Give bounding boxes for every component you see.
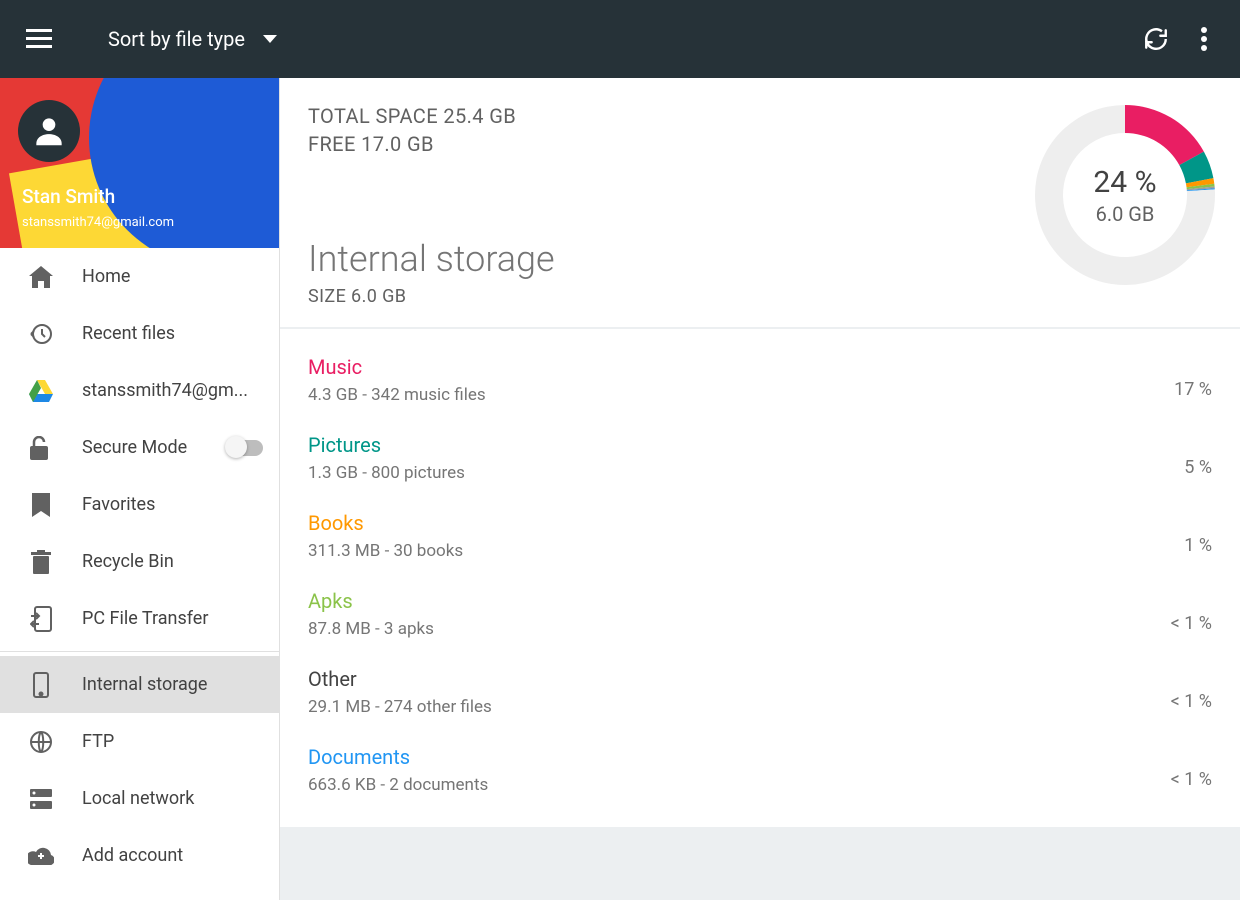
- category-percent: < 1 %: [1171, 613, 1212, 634]
- category-meta: 29.1 MB - 274 other files: [308, 697, 492, 717]
- overflow-menu-button[interactable]: [1180, 15, 1228, 63]
- category-meta: 87.8 MB - 3 apks: [308, 619, 434, 639]
- storage-summary: TOTAL SPACE 25.4 GB FREE 17.0 GB Interna…: [280, 78, 1240, 327]
- bookmark-icon: [28, 493, 54, 517]
- server-icon: [28, 789, 54, 809]
- category-row[interactable]: Documents 663.6 KB - 2 documents < 1 %: [280, 731, 1240, 809]
- main-content: TOTAL SPACE 25.4 GB FREE 17.0 GB Interna…: [280, 78, 1240, 900]
- nav-recycle-label: Recycle Bin: [82, 551, 263, 572]
- sidebar: Stan Smith stanssmith74@gmail.com Home R…: [0, 78, 280, 900]
- cloud-plus-icon: [28, 847, 54, 865]
- nav-secure-label: Secure Mode: [82, 437, 199, 458]
- category-meta: 311.3 MB - 30 books: [308, 541, 463, 561]
- nav-secure-mode[interactable]: Secure Mode: [0, 419, 279, 476]
- nav-pcxfer-label: PC File Transfer: [82, 608, 263, 629]
- google-drive-icon: [28, 380, 54, 402]
- category-meta: 1.3 GB - 800 pictures: [308, 463, 465, 483]
- category-row[interactable]: Books 311.3 MB - 30 books 1 %: [280, 497, 1240, 575]
- hamburger-icon: [26, 29, 52, 49]
- nav-favorites-label: Favorites: [82, 494, 263, 515]
- appbar: Sort by file type: [0, 0, 1240, 78]
- donut-used: 6.0 GB: [1093, 202, 1156, 226]
- nav-add-label: Add account: [82, 845, 263, 866]
- history-icon: [28, 322, 54, 346]
- nav-local-label: Local network: [82, 788, 263, 809]
- nav-recent-label: Recent files: [82, 323, 263, 344]
- nav-internal-label: Internal storage: [82, 674, 263, 695]
- category-title: Documents: [308, 745, 488, 769]
- nav-home[interactable]: Home: [0, 248, 279, 305]
- phone-icon: [28, 672, 54, 698]
- profile-email: stanssmith74@gmail.com: [22, 215, 174, 230]
- category-title: Pictures: [308, 433, 465, 457]
- category-percent: < 1 %: [1171, 769, 1212, 790]
- category-row[interactable]: Other 29.1 MB - 274 other files < 1 %: [280, 653, 1240, 731]
- nav-list-storage: Internal storage FTP Local network Add a…: [0, 656, 279, 884]
- category-list: Music 4.3 GB - 342 music files 17 % Picture…: [280, 329, 1240, 827]
- category-row[interactable]: Apks 87.8 MB - 3 apks < 1 %: [280, 575, 1240, 653]
- refresh-button[interactable]: [1132, 15, 1180, 63]
- refresh-icon: [1143, 26, 1169, 52]
- category-row[interactable]: Pictures 1.3 GB - 800 pictures 5 %: [280, 419, 1240, 497]
- storage-donut-chart: 24 % 6.0 GB: [1030, 100, 1220, 290]
- home-icon: [28, 266, 54, 288]
- category-meta: 663.6 KB - 2 documents: [308, 775, 488, 795]
- category-percent: 1 %: [1184, 535, 1212, 556]
- nav-home-label: Home: [82, 266, 263, 287]
- more-vert-icon: [1201, 27, 1207, 51]
- nav-recent[interactable]: Recent files: [0, 305, 279, 362]
- nav-drive-account[interactable]: stanssmith74@gm...: [0, 362, 279, 419]
- secure-mode-toggle[interactable]: [227, 440, 263, 456]
- nav-ftp[interactable]: FTP: [0, 713, 279, 770]
- profile-name: Stan Smith: [22, 185, 115, 208]
- nav-add-account[interactable]: Add account: [0, 827, 279, 884]
- trash-icon: [28, 550, 54, 574]
- category-percent: 5 %: [1184, 457, 1212, 478]
- nav-recycle-bin[interactable]: Recycle Bin: [0, 533, 279, 590]
- category-percent: < 1 %: [1171, 691, 1212, 712]
- menu-button[interactable]: [12, 12, 66, 66]
- nav-internal-storage[interactable]: Internal storage: [0, 656, 279, 713]
- lock-open-icon: [28, 436, 54, 460]
- sort-dropdown[interactable]: Sort by file type: [108, 27, 277, 51]
- nav-divider: [0, 651, 279, 652]
- nav-list: Home Recent files stanssmith74@gm... Sec…: [0, 248, 279, 647]
- nav-ftp-label: FTP: [82, 731, 263, 752]
- sort-label: Sort by file type: [108, 27, 245, 51]
- donut-percent: 24 %: [1093, 165, 1156, 200]
- nav-favorites[interactable]: Favorites: [0, 476, 279, 533]
- nav-local-network[interactable]: Local network: [0, 770, 279, 827]
- category-title: Books: [308, 511, 463, 535]
- category-title: Music: [308, 355, 486, 379]
- category-percent: 17 %: [1174, 379, 1212, 400]
- nav-drive-label: stanssmith74@gm...: [82, 380, 263, 401]
- phone-transfer-icon: [28, 606, 54, 632]
- category-row[interactable]: Music 4.3 GB - 342 music files 17 %: [280, 341, 1240, 419]
- category-meta: 4.3 GB - 342 music files: [308, 385, 486, 405]
- category-title: Apks: [308, 589, 434, 613]
- profile-header[interactable]: Stan Smith stanssmith74@gmail.com: [0, 78, 279, 248]
- avatar: [18, 100, 80, 162]
- category-title: Other: [308, 667, 492, 691]
- nav-pc-transfer[interactable]: PC File Transfer: [0, 590, 279, 647]
- dropdown-arrow-icon: [263, 35, 277, 43]
- globe-icon: [28, 730, 54, 754]
